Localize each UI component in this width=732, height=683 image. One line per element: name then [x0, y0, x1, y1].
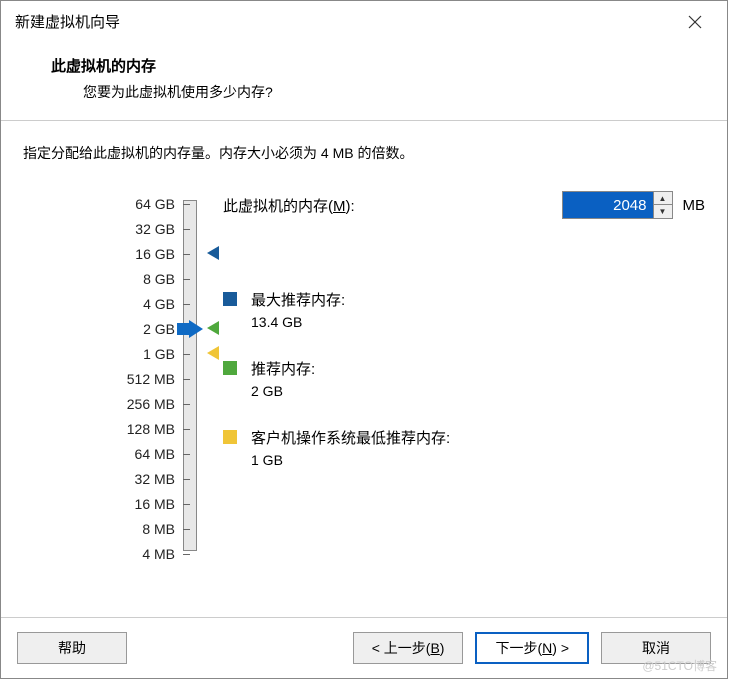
spin-down-button[interactable]: ▼: [654, 205, 672, 218]
scale-label: 256 MB: [23, 391, 183, 416]
scale-label: 4 GB: [23, 291, 183, 316]
info-max-value: 13.4 GB: [251, 314, 345, 330]
scale-label: 16 GB: [23, 241, 183, 266]
scale-label: 32 GB: [23, 216, 183, 241]
square-yellow-icon: [223, 430, 237, 444]
memory-input[interactable]: [563, 192, 653, 218]
wizard-header: 此虚拟机的内存 您要为此虚拟机使用多少内存?: [1, 43, 727, 121]
close-button[interactable]: [675, 7, 715, 37]
info-max-title: 最大推荐内存:: [251, 289, 345, 310]
info-rec-value: 2 GB: [251, 383, 315, 399]
next-button[interactable]: 下一步(N) >: [475, 632, 589, 664]
wizard-body: 指定分配给此虚拟机的内存量。内存大小必须为 4 MB 的倍数。 64 GB 32…: [1, 121, 727, 617]
scale-label: 8 MB: [23, 516, 183, 541]
memory-spinner-group: ▲ ▼ MB: [562, 191, 706, 219]
info-rec: 推荐内存: 2 GB: [223, 358, 705, 399]
page-heading: 此虚拟机的内存: [51, 55, 677, 76]
info-rec-title: 推荐内存:: [251, 358, 315, 379]
info-min-title: 客户机操作系统最低推荐内存:: [251, 427, 450, 448]
marker-min-icon: [207, 346, 219, 360]
info-min-value: 1 GB: [251, 452, 450, 468]
scale-label: 64 GB: [23, 191, 183, 216]
memory-info-panel: 此虚拟机的内存(M): ▲ ▼ MB: [183, 191, 705, 496]
memory-scale[interactable]: 64 GB 32 GB 16 GB 8 GB 4 GB 2 GB 1 GB 51…: [23, 191, 183, 566]
wizard-dialog: 新建虚拟机向导 此虚拟机的内存 您要为此虚拟机使用多少内存? 指定分配给此虚拟机…: [0, 0, 728, 679]
cancel-button[interactable]: 取消: [601, 632, 711, 664]
scale-label: 16 MB: [23, 491, 183, 516]
square-blue-icon: [223, 292, 237, 306]
scale-label: 32 MB: [23, 466, 183, 491]
memory-input-row: 此虚拟机的内存(M): ▲ ▼ MB: [223, 191, 705, 219]
scale-label: 512 MB: [23, 366, 183, 391]
square-green-icon: [223, 361, 237, 375]
memory-label: 此虚拟机的内存(M):: [223, 195, 355, 216]
marker-current-icon[interactable]: [189, 320, 203, 338]
instruction-text: 指定分配给此虚拟机的内存量。内存大小必须为 4 MB 的倍数。: [23, 143, 705, 163]
scale-label: 64 MB: [23, 441, 183, 466]
memory-layout: 64 GB 32 GB 16 GB 8 GB 4 GB 2 GB 1 GB 51…: [23, 191, 705, 566]
scale-label: 8 GB: [23, 266, 183, 291]
titlebar: 新建虚拟机向导: [1, 1, 727, 43]
spin-buttons: ▲ ▼: [653, 192, 672, 218]
window-title: 新建虚拟机向导: [15, 11, 120, 32]
scale-label: 128 MB: [23, 416, 183, 441]
scale-label: 2 GB: [23, 316, 183, 341]
marker-max-icon: [207, 246, 219, 260]
help-button[interactable]: 帮助: [17, 632, 127, 664]
marker-rec-icon: [207, 321, 219, 335]
page-subheading: 您要为此虚拟机使用多少内存?: [51, 82, 677, 102]
close-icon: [688, 15, 702, 29]
scale-label: 4 MB: [23, 541, 183, 566]
memory-spinner: ▲ ▼: [562, 191, 673, 219]
info-min: 客户机操作系统最低推荐内存: 1 GB: [223, 427, 705, 468]
spin-up-button[interactable]: ▲: [654, 192, 672, 205]
wizard-footer: 帮助 < 上一步(B) 下一步(N) > 取消: [1, 617, 727, 678]
scale-label: 1 GB: [23, 341, 183, 366]
info-max: 最大推荐内存: 13.4 GB: [223, 289, 705, 330]
memory-unit: MB: [683, 197, 706, 214]
back-button[interactable]: < 上一步(B): [353, 632, 464, 664]
